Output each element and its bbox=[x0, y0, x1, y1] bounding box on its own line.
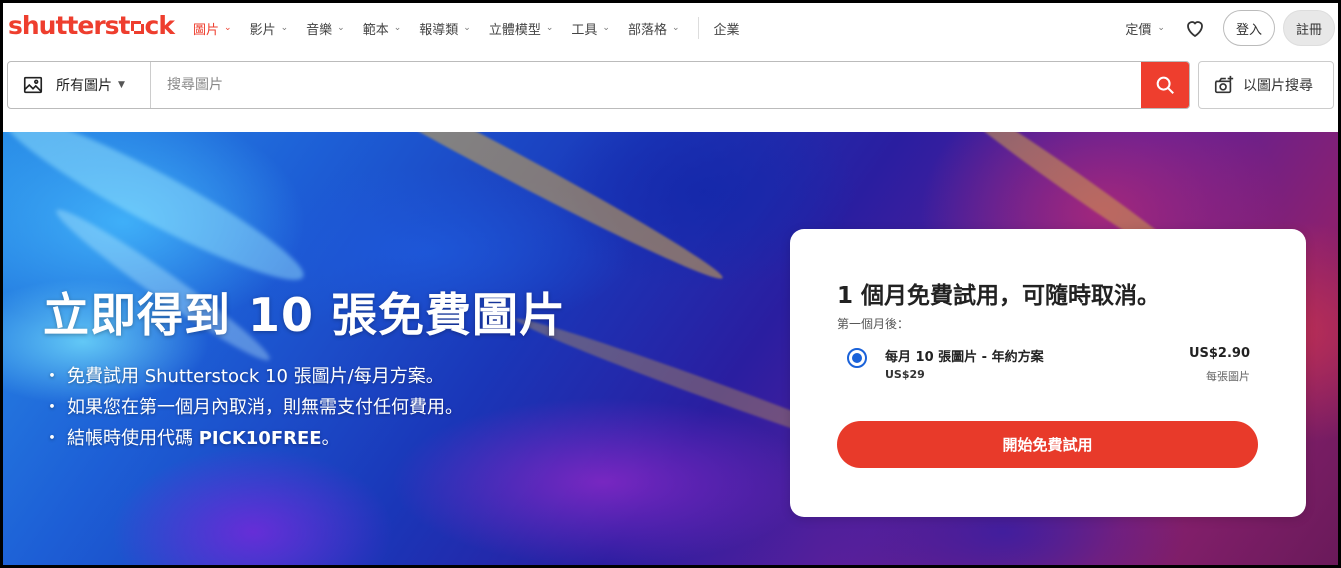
menu-item-label: 企業 bbox=[713, 22, 740, 38]
pricing-label: 定價 bbox=[1125, 22, 1152, 38]
bullet-text: 結帳時使用代碼 bbox=[67, 427, 199, 449]
image-search-button[interactable]: 以圖片搜尋 bbox=[1198, 61, 1334, 109]
hero-background-decoration bbox=[256, 132, 730, 291]
image-icon bbox=[23, 76, 43, 94]
caret-down-icon: ▼ bbox=[118, 80, 125, 90]
plan-name: 每月 10 張圖片 - 年約方案 bbox=[885, 350, 1044, 365]
menu-item-video[interactable]: 影片 ⌄ bbox=[250, 19, 289, 38]
logo-mark-icon bbox=[130, 20, 144, 34]
chevron-down-icon: ⌄ bbox=[337, 23, 345, 33]
hero-bullet-list: ・免費試用 Shutterstock 10 張圖片/每月方案。 ・如果您在第一個… bbox=[43, 361, 566, 454]
hero-bullet: ・如果您在第一個月內取消，則無需支付任何費用。 bbox=[43, 392, 566, 423]
search-input[interactable] bbox=[151, 62, 1141, 108]
account-actions: 定價 ⌄ 登入 註冊 bbox=[1125, 3, 1335, 53]
menu-item-enterprise[interactable]: 企業 bbox=[714, 19, 740, 38]
menu-item-tools[interactable]: 工具 ⌄ bbox=[571, 19, 610, 38]
menu-item-blog[interactable]: 部落格 ⌄ bbox=[628, 19, 680, 38]
pricing-menu[interactable]: 定價 ⌄ bbox=[1125, 19, 1165, 38]
login-button[interactable]: 登入 bbox=[1222, 10, 1275, 46]
menu-divider bbox=[697, 17, 699, 39]
menu-item-templates[interactable]: 範本 ⌄ bbox=[363, 19, 402, 38]
search-box: 所有圖片 ▼ bbox=[7, 61, 1190, 109]
chevron-down-icon: ⌄ bbox=[671, 23, 680, 33]
trial-offer-card: 1 個月免費試用，可隨時取消。 第一個月後： 每月 10 張圖片 - 年約方案 … bbox=[790, 229, 1306, 517]
offer-subtitle: 第一個月後： bbox=[837, 317, 910, 331]
chevron-down-icon: ⌄ bbox=[545, 23, 554, 33]
signup-button[interactable]: 註冊 bbox=[1282, 10, 1335, 46]
chevron-down-icon: ⌄ bbox=[463, 23, 471, 33]
image-search-label: 以圖片搜尋 bbox=[1243, 78, 1313, 94]
unit-price: US$2.90 bbox=[1188, 346, 1250, 361]
bullet-text-suffix: 。 bbox=[321, 427, 340, 449]
cta-label: 開始免費試用 bbox=[1002, 436, 1093, 454]
category-select[interactable]: 所有圖片 ▼ bbox=[8, 62, 151, 108]
heart-icon[interactable] bbox=[1183, 16, 1207, 40]
menu-item-label: 立體模型 bbox=[488, 22, 541, 38]
menu-item-3d-models[interactable]: 立體模型 ⌄ bbox=[489, 19, 554, 38]
search-icon bbox=[1156, 76, 1174, 94]
menu-item-label: 工具 bbox=[571, 22, 598, 38]
hero-bullet: ・免費試用 Shutterstock 10 張圖片/每月方案。 bbox=[43, 361, 566, 392]
start-free-trial-button[interactable]: 開始免費試用 bbox=[837, 421, 1258, 468]
logo-text-left: shutterst bbox=[8, 10, 130, 40]
search-bar: 所有圖片 ▼ 以圖片搜尋 bbox=[7, 61, 1334, 109]
menu-item-label: 影片 bbox=[249, 22, 276, 38]
bullet-text: 免費試用 Shutterstock 10 張圖片/每月方案。 bbox=[67, 365, 444, 387]
promo-code: PICK10FREE bbox=[198, 427, 322, 449]
menu-item-images[interactable]: 圖片 ⌄ bbox=[193, 19, 232, 38]
hero-text: 立即得到 10 張免費圖片 ・免費試用 Shutterstock 10 張圖片/… bbox=[43, 290, 566, 454]
top-navigation: shutterst ck 圖片 ⌄ 影片 ⌄ 音樂 ⌄ 範本 ⌄ 報導類 ⌄ 立體模型 ⌄ 工… bbox=[3, 3, 1338, 53]
chevron-down-icon: ⌄ bbox=[224, 23, 232, 33]
bullet-mark: ・ bbox=[43, 396, 61, 418]
bullet-text: 如果您在第一個月內取消，則無需支付任何費用。 bbox=[67, 396, 463, 418]
shutterstock-logo[interactable]: shutterst ck bbox=[8, 9, 175, 41]
logo-text-right: ck bbox=[144, 10, 175, 40]
menu-item-label: 圖片 bbox=[193, 22, 220, 38]
menu-item-label: 報導類 bbox=[419, 22, 459, 38]
plan-option[interactable]: 每月 10 張圖片 - 年約方案 US$29 US$2.90 每張圖片 bbox=[837, 343, 1250, 387]
main-menu: 圖片 ⌄ 影片 ⌄ 音樂 ⌄ 範本 ⌄ 報導類 ⌄ 立體模型 ⌄ 工具 ⌄ 部落格 ⌄ 企業 bbox=[193, 3, 758, 53]
unit-price-label: 每張圖片 bbox=[1206, 370, 1250, 383]
chevron-down-icon: ⌄ bbox=[280, 23, 289, 33]
bullet-mark: ・ bbox=[43, 365, 61, 387]
hero-title: 立即得到 10 張免費圖片 bbox=[43, 288, 567, 342]
search-button[interactable] bbox=[1141, 62, 1189, 108]
menu-item-label: 部落格 bbox=[627, 22, 667, 38]
category-select-label: 所有圖片 bbox=[56, 78, 112, 94]
chevron-down-icon: ⌄ bbox=[1157, 23, 1165, 33]
plan-price: US$29 bbox=[885, 368, 925, 381]
menu-item-music[interactable]: 音樂 ⌄ bbox=[306, 19, 345, 38]
chevron-down-icon: ⌄ bbox=[602, 23, 610, 33]
plan-radio-selected[interactable] bbox=[847, 348, 867, 368]
camera-plus-icon bbox=[1214, 75, 1234, 94]
login-label: 登入 bbox=[1235, 22, 1262, 38]
bullet-mark: ・ bbox=[43, 427, 61, 449]
chevron-down-icon: ⌄ bbox=[393, 23, 402, 33]
hero-bullet: ・結帳時使用代碼 PICK10FREE。 bbox=[43, 423, 566, 454]
signup-label: 註冊 bbox=[1295, 22, 1322, 38]
menu-item-editorial[interactable]: 報導類 ⌄ bbox=[419, 19, 471, 38]
menu-item-label: 音樂 bbox=[306, 22, 333, 38]
menu-item-label: 範本 bbox=[362, 22, 389, 38]
offer-title: 1 個月免費試用，可隨時取消。 bbox=[837, 283, 1161, 309]
